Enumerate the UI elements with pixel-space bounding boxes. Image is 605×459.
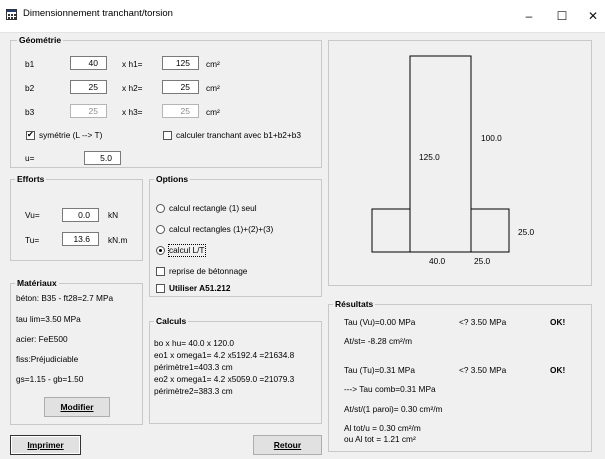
diagram-label-25-bottom: 25.0: [474, 256, 491, 266]
xh2-label: x h2=: [122, 83, 143, 93]
b2-input[interactable]: 25: [70, 80, 107, 94]
b3-input: 25: [70, 104, 107, 118]
modifier-button-label: Modifier: [60, 402, 94, 412]
diagram-label-40: 40.0: [429, 256, 446, 266]
calculs-line: eo1 x omega1= 4.2 x5192.4 =21634.8: [154, 350, 295, 360]
a51-label: Utiliser A51.212: [169, 283, 231, 293]
calc-tranchant-checkbox[interactable]: [163, 131, 172, 140]
right-flange-rectangle: [470, 208, 510, 253]
h2-unit: cm²: [206, 83, 220, 93]
tu-unit: kN.m: [108, 235, 128, 245]
calculs-line: bo x hu= 40.0 x 120.0: [154, 338, 235, 348]
tu-label: Tu=: [25, 235, 40, 245]
tau-comb-text: ---> Tau comb=0.31 MPa: [344, 384, 436, 394]
calc-tranchant-label: calculer tranchant avec b1+b2+b3: [176, 130, 302, 140]
radio-rectangles-123-label: calcul rectangles (1)+(2)+(3): [169, 224, 274, 234]
reprise-checkbox[interactable]: [156, 267, 165, 276]
resultats-legend: Résultats: [333, 299, 376, 310]
b1-input[interactable]: 40: [70, 56, 107, 70]
close-button[interactable]: ✕: [571, 4, 605, 28]
options-group: Options: [149, 174, 322, 297]
tau-tu-ok: OK!: [550, 365, 566, 375]
reprise-label: reprise de bétonnage: [169, 266, 248, 276]
h3-unit: cm²: [206, 107, 220, 117]
xh1-label: x h1=: [122, 59, 143, 69]
tau-vu-ok: OK!: [550, 317, 566, 327]
section-shape: [371, 55, 510, 253]
at-st-text: At/st= -8.28 cm²/m: [344, 336, 413, 346]
calculs-line: périmètre1=403.3 cm: [154, 362, 233, 372]
b2-label: b2: [25, 83, 35, 93]
diagram-label-125: 125.0: [419, 152, 440, 162]
symetrie-label: symétrie (L --> T): [39, 130, 103, 140]
modifier-button[interactable]: Modifier: [44, 397, 110, 417]
materiaux-line: acier: FeE500: [16, 334, 68, 344]
a51-checkbox[interactable]: [156, 284, 165, 293]
vu-unit: kN: [108, 210, 119, 220]
h1-input[interactable]: 125: [162, 56, 199, 70]
xh3-label: x h3=: [122, 107, 143, 117]
radio-rectangle-seul[interactable]: [156, 204, 165, 213]
tau-vu-compare: <? 3.50 MPa: [459, 317, 507, 327]
vu-label: Vu=: [25, 210, 40, 220]
materiaux-legend: Matériaux: [15, 278, 59, 289]
calculs-legend: Calculs: [154, 316, 189, 327]
app-icon: [6, 9, 17, 20]
section-diagram: 100.0 125.0 25.0 40.0 25.0: [328, 40, 592, 286]
tau-vu-text: Tau (Vu)=0.00 MPa: [344, 317, 416, 327]
retour-button-label: Retour: [273, 440, 302, 450]
h3-input: 25: [162, 104, 199, 118]
tau-tu-compare: <? 3.50 MPa: [459, 365, 507, 375]
window-title: Dimensionnement tranchant/torsion: [23, 8, 173, 19]
tu-input[interactable]: 13.6: [62, 232, 99, 246]
al-tot-u-text: Al tot/u = 0.30 cm²/m: [344, 423, 421, 433]
diagram-label-100: 100.0: [481, 133, 502, 143]
materiaux-line: tau lim=3.50 MPa: [16, 314, 81, 324]
al-tot-text: ou Al tot = 1.21 cm²: [344, 434, 416, 444]
b1-label: b1: [25, 59, 35, 69]
tau-tu-text: Tau (Tu)=0.31 MPa: [344, 365, 415, 375]
imprimer-button-label: Imprimer: [27, 440, 64, 450]
radio-calcul-lt[interactable]: [156, 246, 165, 255]
imprimer-button[interactable]: Imprimer: [10, 435, 81, 455]
calculs-line: eo2 x omega1= 4.2 x5059.0 =21079.3: [154, 374, 295, 384]
title-bar: Dimensionnement tranchant/torsion – ☐ ✕: [0, 0, 605, 33]
retour-button[interactable]: Retour: [253, 435, 322, 455]
calculs-line: périmètre2=383.3 cm: [154, 386, 233, 396]
materiaux-line: fiss:Préjudiciable: [16, 354, 79, 364]
h2-input[interactable]: 25: [162, 80, 199, 94]
h1-unit: cm²: [206, 59, 220, 69]
at-st-paroi-text: At/st/(1 paroi)= 0.30 cm²/m: [344, 404, 443, 414]
efforts-legend: Efforts: [15, 174, 47, 185]
diagram-label-25-right: 25.0: [518, 227, 535, 237]
radio-calcul-lt-label: calcul L/T: [168, 244, 206, 257]
radio-rectangle-seul-label: calcul rectangle (1) seul: [169, 203, 257, 213]
options-legend: Options: [154, 174, 191, 185]
symetrie-checkbox[interactable]: [26, 129, 35, 140]
left-flange-rectangle: [371, 208, 411, 253]
geometrie-legend: Géométrie: [17, 35, 64, 46]
u-label: u=: [25, 153, 35, 163]
radio-rectangles-123[interactable]: [156, 225, 165, 234]
b3-label: b3: [25, 107, 35, 117]
u-input[interactable]: 5.0: [84, 151, 121, 165]
materiaux-line: gs=1.15 - gb=1.50: [16, 374, 84, 384]
vu-input[interactable]: 0.0: [62, 208, 99, 222]
materiaux-line: béton: B35 - ft28=2.7 MPa: [16, 293, 114, 303]
